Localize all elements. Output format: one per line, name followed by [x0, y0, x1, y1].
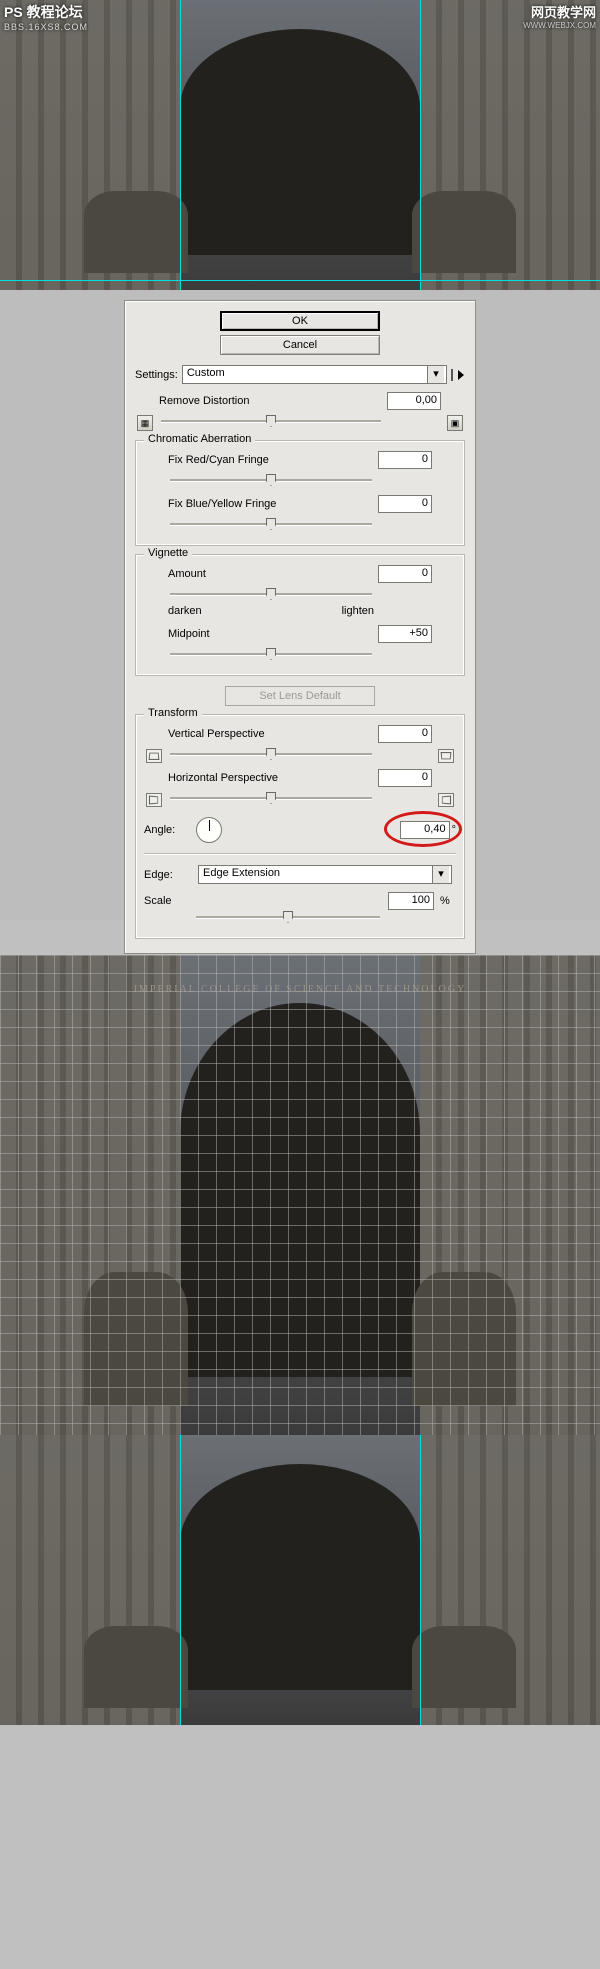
- horizontal-perspective-label: Horizontal Perspective: [168, 772, 374, 784]
- fix-blue-yellow-input[interactable]: 0: [378, 495, 432, 513]
- settings-label: Settings:: [135, 369, 178, 381]
- vertical-perspective-label: Vertical Perspective: [168, 728, 374, 740]
- angle-dial[interactable]: [196, 817, 222, 843]
- lens-correction-dialog: OK Cancel Settings: Custom Remove Distor…: [124, 300, 476, 954]
- chromatic-aberration-group: Chromatic Aberration Fix Red/Cyan Fringe…: [135, 440, 465, 546]
- settings-menu-icon[interactable]: [451, 369, 465, 381]
- vert-persp-top-icon: [146, 749, 162, 763]
- ok-button[interactable]: OK: [220, 311, 380, 331]
- vertical-perspective-input[interactable]: 0: [378, 725, 432, 743]
- fix-blue-yellow-slider[interactable]: [170, 517, 372, 531]
- settings-select[interactable]: Custom: [182, 365, 447, 384]
- horizontal-perspective-input[interactable]: 0: [378, 769, 432, 787]
- vignette-amount-label: Amount: [168, 568, 374, 580]
- fix-red-cyan-slider[interactable]: [170, 473, 372, 487]
- vignette-midpoint-label: Midpoint: [168, 628, 374, 640]
- scale-slider[interactable]: [196, 910, 380, 924]
- horizontal-perspective-slider[interactable]: [170, 791, 372, 805]
- remove-distortion-input[interactable]: 0,00: [387, 392, 441, 410]
- transform-group: Transform Vertical Perspective 0 Horizon…: [135, 714, 465, 939]
- vignette-midpoint-input[interactable]: +50: [378, 625, 432, 643]
- watermark-right: 网页教学网WWW.WEBJX.COM: [523, 2, 596, 30]
- edge-select[interactable]: Edge Extension: [198, 865, 452, 884]
- horiz-persp-right-icon: [438, 793, 454, 807]
- vignette-midpoint-slider[interactable]: [170, 647, 372, 661]
- fix-blue-yellow-label: Fix Blue/Yellow Fringe: [168, 498, 374, 510]
- distortion-pincushion-icon: ▣: [447, 415, 463, 431]
- vertical-perspective-slider[interactable]: [170, 747, 372, 761]
- horiz-persp-left-icon: [146, 793, 162, 807]
- preview-image-2: IMPERIAL COLLEGE OF SCIENCE AND TECHNOLO…: [0, 955, 600, 1435]
- vignette-lighten-label: lighten: [342, 605, 374, 617]
- vignette-group: Vignette Amount 0 darken lighten: [135, 554, 465, 676]
- distortion-barrel-icon: ▦: [137, 415, 153, 431]
- preview-image-1: PS 教程论坛BBS.16XS8.COM 网页教学网WWW.WEBJX.COM: [0, 0, 600, 290]
- grid-overlay: [0, 955, 600, 1435]
- fix-red-cyan-label: Fix Red/Cyan Fringe: [168, 454, 374, 466]
- scale-input[interactable]: 100: [388, 892, 434, 910]
- angle-label: Angle:: [144, 824, 190, 836]
- set-lens-default-button: Set Lens Default: [225, 686, 375, 706]
- vignette-amount-slider[interactable]: [170, 587, 372, 601]
- fix-red-cyan-input[interactable]: 0: [378, 451, 432, 469]
- edge-label: Edge:: [144, 869, 188, 881]
- remove-distortion-slider[interactable]: [161, 414, 381, 428]
- preview-image-3: [0, 1435, 600, 1725]
- vert-persp-bottom-icon: [438, 749, 454, 763]
- angle-unit: °: [452, 824, 456, 836]
- vignette-amount-input[interactable]: 0: [378, 565, 432, 583]
- remove-distortion-label: Remove Distortion: [159, 395, 383, 407]
- vignette-darken-label: darken: [168, 605, 202, 617]
- watermark-left: PS 教程论坛BBS.16XS8.COM: [4, 2, 88, 32]
- angle-input[interactable]: 0,40: [400, 821, 450, 839]
- scale-unit: %: [440, 895, 456, 907]
- cancel-button[interactable]: Cancel: [220, 335, 380, 355]
- scale-label: Scale: [144, 895, 188, 907]
